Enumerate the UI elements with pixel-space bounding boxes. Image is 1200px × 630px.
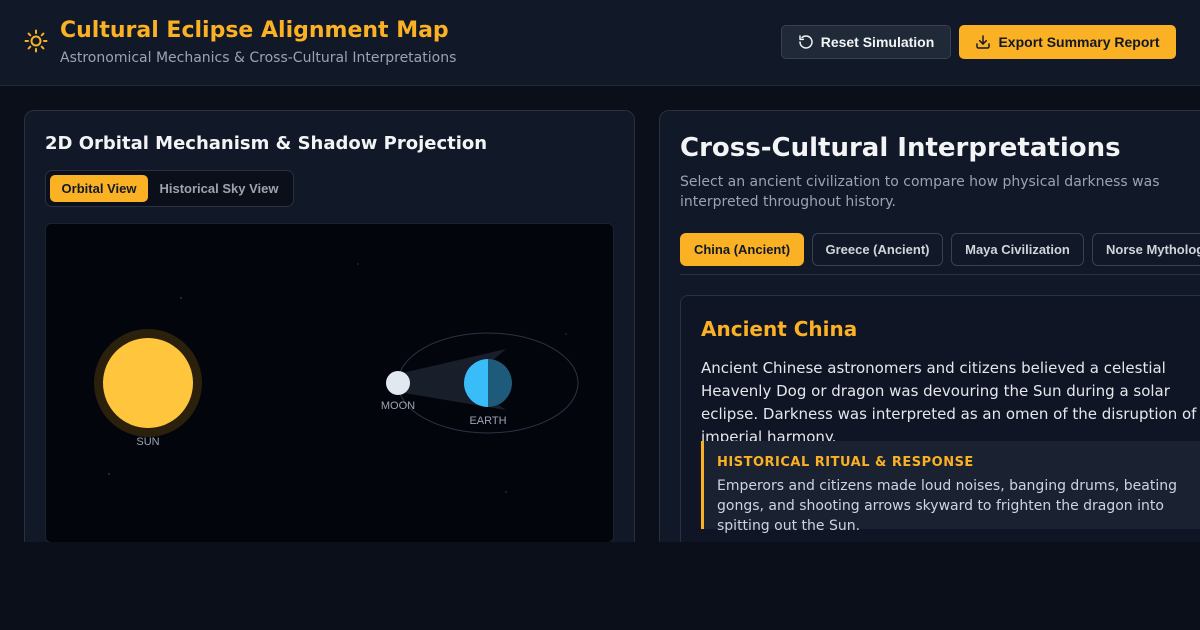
app-header: Cultural Eclipse Alignment Map Astronomi… [0,0,1200,86]
earth-label: EARTH [469,415,507,427]
reset-simulation-label: Reset Simulation [820,34,935,50]
reset-simulation-button[interactable]: Reset Simulation [781,25,951,59]
ritual-text: Emperors and citizens made loud noises, … [717,478,1177,534]
tab-china-ancient[interactable]: China (Ancient) [680,233,804,266]
app-title: Cultural Eclipse Alignment Map [60,18,449,43]
ritual-callout: HISTORICAL RITUAL & RESPONSE Emperors an… [701,441,1200,534]
moon-label: MOON [380,400,416,412]
civilization-name: Ancient China [701,317,858,341]
view-toggle: Orbital View Historical Sky View [45,170,294,207]
star [108,473,110,475]
export-report-label: Export Summary Report [998,34,1160,50]
orbital-panel: 2D Orbital Mechanism & Shadow Projection… [24,110,635,570]
star [357,263,359,265]
civilization-description: Ancient Chinese astronomers and citizens… [701,359,1197,446]
export-report-button[interactable]: Export Summary Report [959,25,1176,59]
culture-panel: Cross-Cultural Interpretations Select an… [659,110,1200,570]
sun-label: SUN [136,436,160,448]
orbital-panel-title: 2D Orbital Mechanism & Shadow Projection [45,133,488,154]
orbital-diagram [94,263,579,493]
culture-panel-title: Cross-Cultural Interpretations [680,133,1121,163]
tab-maya-civilization[interactable]: Maya Civilization [951,233,1084,266]
sun-icon [24,29,48,53]
app-subtitle: Astronomical Mechanics & Cross-Cultural … [60,50,457,66]
sun-body [103,338,193,428]
tab-greece-ancient[interactable]: Greece (Ancient) [812,233,943,266]
culture-panel-description: Select an ancient civilization to compar… [680,174,1160,210]
tabs-divider [680,274,1200,275]
download-icon [976,35,991,49]
page-footer-area [0,542,1200,630]
tab-orbital-view[interactable]: Orbital View [50,175,148,202]
ritual-heading: HISTORICAL RITUAL & RESPONSE [717,455,974,470]
rotate-ccw-icon [798,35,813,49]
civilization-card: Ancient China Ancient Chinese astronomer… [680,295,1200,565]
star [180,297,182,299]
star [565,333,567,335]
star [505,491,507,493]
moon-body [386,371,410,395]
tab-norse-mythology[interactable]: Norse Mythology [1092,233,1200,266]
orbital-canvas[interactable]: SUN MOON EARTH [45,223,614,543]
tab-historical-sky-view[interactable]: Historical Sky View [150,175,288,202]
